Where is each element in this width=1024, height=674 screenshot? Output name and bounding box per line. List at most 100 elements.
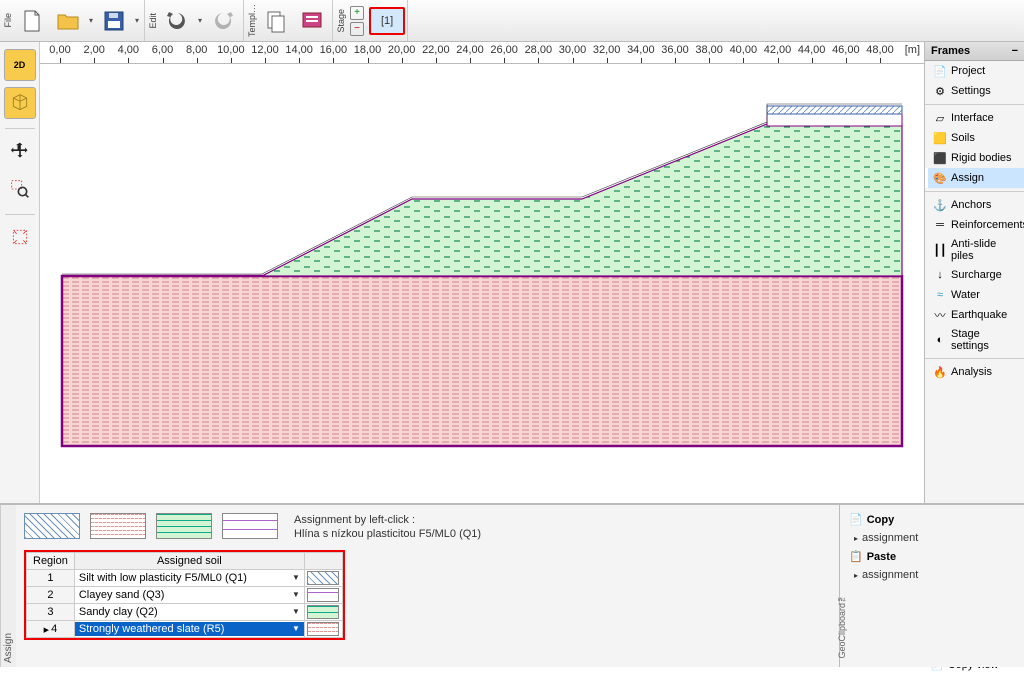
soil-dropdown-icon[interactable]: ▼ <box>292 590 300 599</box>
save-file-button[interactable] <box>97 4 131 38</box>
ruler-label: 2,00 <box>83 44 104 56</box>
project-icon: 📄 <box>933 64 947 78</box>
ruler-label: 20,00 <box>388 44 416 56</box>
frame-item-analysis[interactable]: 🔥 Analysis <box>925 362 1024 382</box>
ruler-label: 40,00 <box>730 44 758 56</box>
frames-minimize[interactable]: − <box>1012 45 1018 57</box>
move-tool-button[interactable] <box>4 135 36 167</box>
ruler-label: 4,00 <box>118 44 139 56</box>
rigid-icon: ⬛ <box>933 151 947 165</box>
geoclipboard-label: GeoClipboard™ <box>837 593 847 659</box>
copy-icon: 📄 <box>849 513 863 526</box>
ruler-unit: [m] <box>905 44 920 56</box>
legend-swatch-3[interactable] <box>156 513 212 539</box>
frame-item-project[interactable]: 📄Project <box>925 61 1024 81</box>
frame-item-label: Surcharge <box>951 269 1002 281</box>
template-button-1[interactable] <box>259 4 293 38</box>
top-toolbar: File Edit Templ… Stage + − <box>0 0 1024 42</box>
assign-hint-1: Assignment by left-click : <box>294 513 481 527</box>
assign-row[interactable]: 1Silt with low plasticity F5/ML0 (Q1)▼ <box>27 569 343 586</box>
anchor-icon: ⚓ <box>933 198 947 212</box>
soil-dropdown-icon[interactable]: ▼ <box>292 573 300 582</box>
frame-item-earthquake[interactable]: 〰Earthquake <box>925 305 1024 325</box>
frame-item-settings[interactable]: ⚙Settings <box>925 81 1024 101</box>
frame-item-label: Earthquake <box>951 309 1007 321</box>
file-menu-label[interactable]: File <box>2 11 14 30</box>
assign-table: Region Assigned soil 1Silt with low plas… <box>26 552 343 638</box>
assign-row[interactable]: 4Strongly weathered slate (R5)▼ <box>27 620 343 637</box>
edit-menu-label[interactable]: Edit <box>147 11 159 31</box>
soil-swatch <box>307 588 339 602</box>
frame-item-assign[interactable]: 🎨Assign <box>925 168 1024 188</box>
soil-swatch <box>307 571 339 585</box>
stage-menu-label[interactable]: Stage <box>335 7 347 35</box>
ruler-label: 12,00 <box>251 44 279 56</box>
open-file-button[interactable] <box>51 4 85 38</box>
ruler-label: 46,00 <box>832 44 860 56</box>
paste-assignment[interactable]: assignment <box>844 567 920 583</box>
frame-item-stage-settings[interactable]: ◐ Stage settings <box>925 325 1024 355</box>
soil-dropdown-icon[interactable]: ▼ <box>292 624 300 633</box>
remove-stage-button[interactable]: − <box>350 22 364 36</box>
frame-item-water[interactable]: ≈Water <box>925 285 1024 305</box>
soil-dropdown-icon[interactable]: ▼ <box>292 607 300 616</box>
frame-item-anti-slide-piles[interactable]: ┃┃Anti-slide piles <box>925 235 1024 265</box>
model-canvas[interactable] <box>40 64 924 496</box>
copy-button[interactable]: 📄 Copy <box>844 509 920 530</box>
soils-icon: 🟨 <box>933 131 947 145</box>
open-file-dropdown[interactable] <box>86 4 96 38</box>
surcharge-icon: ↓ <box>933 268 947 282</box>
assign-row[interactable]: 2Clayey sand (Q3)▼ <box>27 586 343 603</box>
col-soil: Assigned soil <box>74 552 304 569</box>
ruler-label: 14,00 <box>285 44 313 56</box>
redo-button[interactable] <box>206 4 240 38</box>
copy-assignment[interactable]: assignment <box>844 530 920 546</box>
template-menu-label[interactable]: Templ… <box>246 2 258 39</box>
legend-swatch-2[interactable] <box>90 513 146 539</box>
legend-swatch-4[interactable] <box>222 513 278 539</box>
undo-dropdown[interactable] <box>195 4 205 38</box>
soil-name: Strongly weathered slate (R5) <box>79 623 225 635</box>
horizontal-ruler: [m] 0,002,004,006,008,0010,0012,0014,001… <box>40 42 924 64</box>
frames-header: Frames − <box>925 42 1024 61</box>
stage-tab-1[interactable]: [1] <box>369 7 405 35</box>
stage-icon: ◐ <box>933 333 947 347</box>
frame-item-label: Anchors <box>951 199 991 211</box>
soil-name: Sandy clay (Q2) <box>79 606 158 618</box>
ruler-label: 18,00 <box>354 44 382 56</box>
save-file-dropdown[interactable] <box>132 4 142 38</box>
template-button-2[interactable] <box>295 4 329 38</box>
frame-item-label: Anti-slide piles <box>951 238 1019 262</box>
assign-row[interactable]: 3Sandy clay (Q2)▼ <box>27 603 343 620</box>
paste-button[interactable]: 📋 Paste <box>844 546 920 567</box>
frame-item-surcharge[interactable]: ↓ Surcharge <box>925 265 1024 285</box>
ruler-label: 0,00 <box>49 44 70 56</box>
ruler-label: 6,00 <box>152 44 173 56</box>
new-file-button[interactable] <box>15 4 49 38</box>
interface-icon: ▱ <box>933 111 947 125</box>
ruler-label: 26,00 <box>490 44 518 56</box>
legend-swatch-1[interactable] <box>24 513 80 539</box>
water-icon: ≈ <box>933 288 947 302</box>
assign-icon: 🎨 <box>933 171 947 185</box>
view-3d-button[interactable] <box>4 87 36 119</box>
frame-item-label: Analysis <box>951 366 992 378</box>
frame-item-label: Rigid bodies <box>951 152 1012 164</box>
soil-name: Silt with low plasticity F5/ML0 (Q1) <box>79 572 247 584</box>
zoom-region-button[interactable] <box>4 173 36 205</box>
undo-button[interactable] <box>160 4 194 38</box>
ruler-label: 32,00 <box>593 44 621 56</box>
frame-item-interface[interactable]: ▱Interface <box>925 108 1024 128</box>
fit-view-button[interactable] <box>4 221 36 253</box>
frame-item-label: Stage settings <box>951 328 1019 352</box>
frame-item-reinforcements[interactable]: ═Reinforcements <box>925 215 1024 235</box>
frame-item-rigid-bodies[interactable]: ⬛ Rigid bodies <box>925 148 1024 168</box>
frame-item-anchors[interactable]: ⚓ Anchors <box>925 195 1024 215</box>
view-2d-button[interactable]: 2D <box>4 49 36 81</box>
frame-item-soils[interactable]: 🟨Soils <box>925 128 1024 148</box>
analysis-icon: 🔥 <box>933 365 947 379</box>
ruler-label: 42,00 <box>764 44 792 56</box>
add-stage-button[interactable]: + <box>350 6 364 20</box>
frame-item-label: Reinforcements <box>951 219 1024 231</box>
ruler-label: 8,00 <box>186 44 207 56</box>
